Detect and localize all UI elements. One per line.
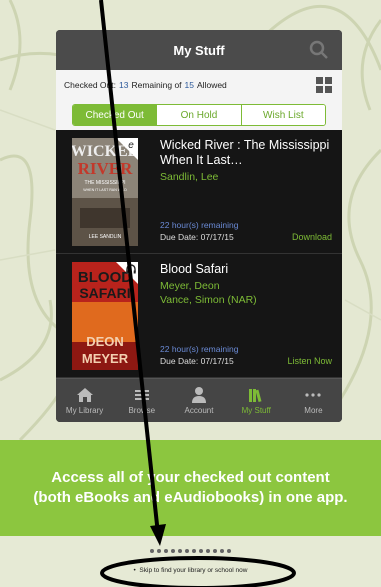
nav-account[interactable]: Account	[170, 379, 227, 422]
promo-banner: Access all of your checked out content (…	[0, 440, 381, 536]
banner-text: Access all of your checked out content (…	[33, 469, 348, 506]
skip-text: Skip to find your library or school now	[139, 567, 248, 574]
home-icon	[76, 388, 93, 402]
search-icon[interactable]	[308, 39, 330, 61]
time-remaining: 22 hour(s) remaining	[160, 344, 239, 354]
count-suffix: Allowed	[197, 80, 227, 90]
checked-out-count: 13	[118, 80, 129, 90]
title-bar: My Stuff	[56, 30, 342, 70]
cover-author-1: DEON	[86, 334, 124, 349]
count-middle: Remaining of	[131, 80, 182, 90]
page-dot	[192, 549, 196, 553]
page-title: My Stuff	[173, 42, 225, 58]
books-icon	[249, 389, 262, 403]
nav-label: More	[304, 406, 323, 415]
page-dot	[157, 549, 161, 553]
item-info: Wicked River : The Mississippi When It L…	[160, 138, 335, 184]
tab-on-hold[interactable]: On Hold	[157, 105, 242, 125]
svg-text:e: e	[128, 140, 134, 151]
tabs: Checked Out On Hold Wish List	[72, 104, 326, 126]
page-indicator[interactable]	[0, 549, 381, 553]
bottom-nav: My Library Browse Account My Stuff More	[56, 378, 342, 422]
cover-title-2: SAFARI	[79, 285, 130, 301]
time-remaining: 22 hour(s) remaining	[160, 220, 239, 230]
book-title[interactable]: Wicked River : The Mississippi When It L…	[160, 138, 335, 168]
nav-my-library[interactable]: My Library	[56, 379, 113, 422]
cover-subtitle-2: WHEN IT LAST RAN WILD	[83, 188, 127, 192]
nav-browse[interactable]: Browse	[113, 379, 170, 422]
nav-label: My Stuff	[241, 406, 271, 415]
download-button[interactable]: Download	[292, 232, 332, 242]
cover-subtitle: THE MISSISSIPPI	[84, 180, 125, 186]
tab-wish-list[interactable]: Wish List	[241, 105, 325, 125]
page-dot	[213, 549, 217, 553]
page-dot	[199, 549, 203, 553]
nav-more[interactable]: More	[285, 379, 342, 422]
listen-now-button[interactable]: Listen Now	[287, 356, 332, 366]
page-dot	[171, 549, 175, 553]
list-icon	[134, 390, 149, 400]
app-screen: My Stuff Checked Out: 13 Remaining of 15…	[56, 30, 342, 422]
tabs-bar: Checked Out On Hold Wish List	[56, 100, 342, 130]
count-prefix: Checked Out:	[64, 80, 116, 90]
page-dot	[227, 549, 231, 553]
page-dot	[150, 549, 154, 553]
allowed-count: 15	[184, 80, 195, 90]
book-author: Meyer, Deon	[160, 280, 220, 292]
book-narrator: Vance, Simon (NAR)	[160, 294, 257, 306]
page-dot	[206, 549, 210, 553]
due-date: Due Date: 07/17/15	[160, 232, 234, 242]
grid-icon[interactable]	[316, 77, 332, 93]
headphones-icon	[116, 262, 138, 284]
cover-author-2: MEYER	[82, 351, 129, 366]
nav-my-stuff[interactable]: My Stuff	[228, 379, 285, 422]
list-item[interactable]: BLOOD SAFARI DEON MEYER Blood Safari Mey…	[56, 254, 342, 378]
book-title[interactable]: Blood Safari	[160, 262, 335, 277]
page-dot	[164, 549, 168, 553]
page-dot	[220, 549, 224, 553]
cover-author: LEE SANDLIN	[89, 234, 122, 240]
nav-label: Browse	[128, 406, 156, 415]
list-item[interactable]: WICKED RIVER THE MISSISSIPPI WHEN IT LAS…	[56, 130, 342, 254]
book-author: Sandlin, Lee	[160, 171, 219, 183]
cover-title-2: RIVER	[78, 159, 134, 178]
skip-link[interactable]: • Skip to find your library or school no…	[0, 567, 381, 574]
page-dot	[185, 549, 189, 553]
tab-checked-out[interactable]: Checked Out	[73, 105, 158, 125]
nav-label: Account	[184, 406, 214, 415]
ebook-badge-icon: e	[116, 138, 138, 160]
nav-label: My Library	[65, 406, 104, 415]
checkout-count: Checked Out: 13 Remaining of 15 Allowed	[56, 70, 342, 100]
due-date: Due Date: 07/17/15	[160, 356, 234, 366]
more-icon	[305, 393, 322, 397]
person-icon	[192, 387, 206, 403]
page-dot	[178, 549, 182, 553]
item-info: Blood Safari Meyer, Deon Vance, Simon (N…	[160, 262, 335, 307]
